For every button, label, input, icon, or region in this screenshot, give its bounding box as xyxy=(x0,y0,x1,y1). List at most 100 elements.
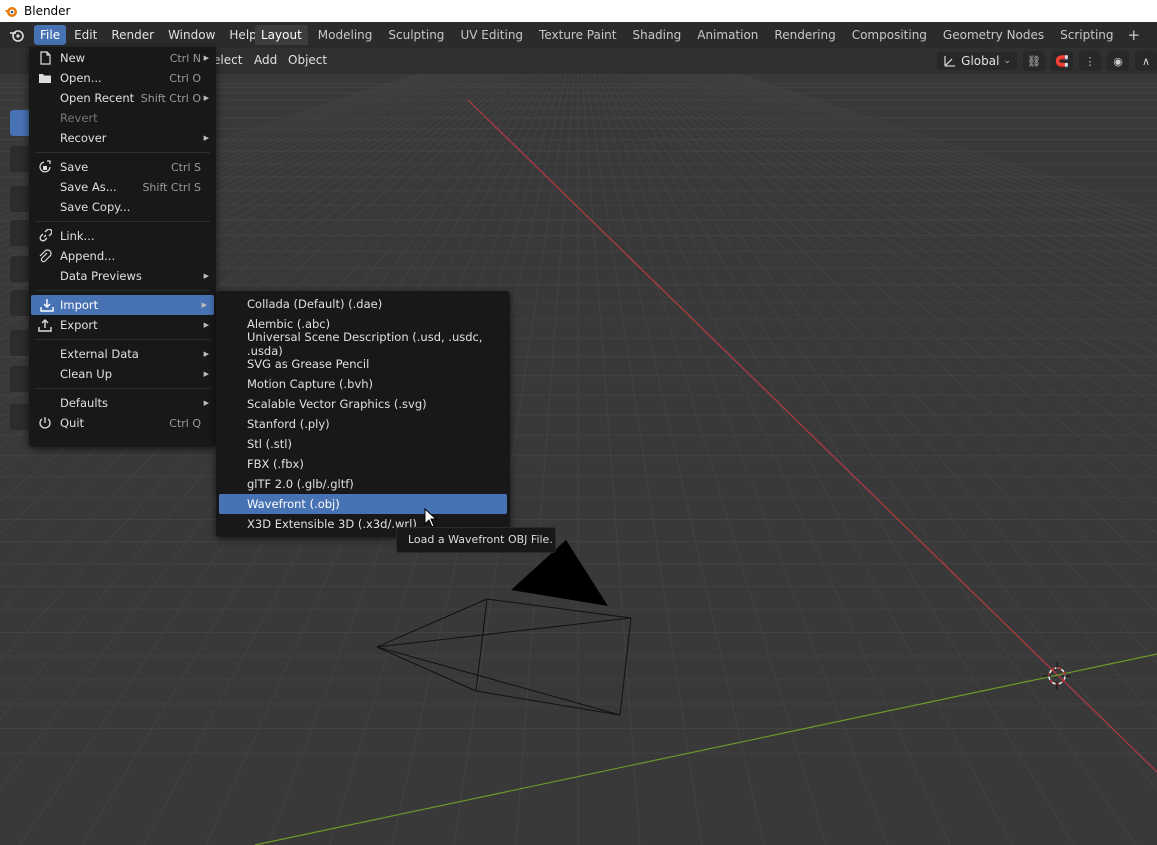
import-item-scalable-vector-graphics-svg[interactable]: Scalable Vector Graphics (.svg) xyxy=(216,394,510,414)
file-menu-item-link[interactable]: Link... xyxy=(29,226,216,246)
shortcut-hint: Ctrl Q xyxy=(169,416,201,430)
tab-modeling[interactable]: Modeling xyxy=(312,25,379,45)
tab-shading[interactable]: Shading xyxy=(626,25,687,45)
tab-scripting[interactable]: Scripting xyxy=(1054,25,1119,45)
3d-cursor-icon xyxy=(1043,662,1071,690)
grid-line xyxy=(605,74,1013,845)
submenu-arrow-icon: ▶ xyxy=(203,370,209,378)
menu-edit[interactable]: Edit xyxy=(68,25,103,45)
menu-separator xyxy=(29,148,216,157)
orientation-icon xyxy=(944,56,956,67)
import-item-collada-default-dae[interactable]: Collada (Default) (.dae) xyxy=(216,294,510,314)
tab-sculpting[interactable]: Sculpting xyxy=(382,25,450,45)
tab-animation[interactable]: Animation xyxy=(691,25,764,45)
menu-item-label: Open... xyxy=(60,71,102,85)
submenu-arrow-icon: ▶ xyxy=(201,301,207,309)
menu-separator xyxy=(29,286,216,295)
menu-file[interactable]: File xyxy=(34,25,67,45)
file-menu-item-export[interactable]: Export ▶ xyxy=(29,315,216,335)
menu-item-label: Save Copy... xyxy=(60,200,131,214)
import-item-gltf-2-0-glb-gltf[interactable]: glTF 2.0 (.glb/.gltf) xyxy=(216,474,510,494)
quit-icon xyxy=(38,416,52,430)
viewport-header-right: Global ⌄ ⛓ 🧲 ⋮ ◉ ∧ xyxy=(937,50,1157,72)
import-item-stl-stl[interactable]: Stl (.stl) xyxy=(216,434,510,454)
menu-item-label: Append... xyxy=(60,249,116,263)
grid-line xyxy=(645,74,1157,475)
file-menu-item-import[interactable]: Import ▶ xyxy=(31,295,214,315)
file-menu-item-clean-up[interactable]: Clean Up ▶ xyxy=(29,364,216,384)
menu-item-label: Revert xyxy=(60,111,98,125)
menu-item-label: Open Recent xyxy=(60,91,135,105)
window-titlebar: Blender xyxy=(0,0,1157,22)
file-menu-item-save[interactable]: Save Ctrl S xyxy=(29,157,216,177)
tooltip: Load a Wavefront OBJ File. xyxy=(396,527,556,553)
file-menu-item-recover[interactable]: Recover ▶ xyxy=(29,128,216,148)
shortcut-hint: Ctrl N xyxy=(169,51,201,65)
menu-window[interactable]: Window xyxy=(162,25,221,45)
shortcut-hint: Ctrl O xyxy=(169,71,201,85)
shortcut-hint: Shift Ctrl O xyxy=(140,91,201,105)
import-item-motion-capture-bvh[interactable]: Motion Capture (.bvh) xyxy=(216,374,510,394)
submenu-arrow-icon: ▶ xyxy=(203,399,209,407)
file-menu-item-external-data[interactable]: External Data ▶ xyxy=(29,344,216,364)
submenu-arrow-icon: ▶ xyxy=(203,272,209,280)
snap-icon[interactable]: 🧲 xyxy=(1051,51,1073,71)
chevron-down-icon: ⌄ xyxy=(1003,56,1011,66)
menu-item-label: Import xyxy=(60,298,99,312)
tab-rendering[interactable]: Rendering xyxy=(768,25,841,45)
file-menu-item-defaults[interactable]: Defaults ▶ xyxy=(29,393,216,413)
transform-orientation-dropdown[interactable]: Global ⌄ xyxy=(937,52,1017,70)
grid-line xyxy=(717,74,1157,242)
transform-orientation-value: Global xyxy=(961,54,1000,68)
save-icon xyxy=(38,160,52,174)
proportional-edit-icon[interactable]: ◉ xyxy=(1107,51,1129,71)
shortcut-hint: Ctrl S xyxy=(170,160,201,174)
grid-line xyxy=(629,74,1157,614)
file-menu-item-append[interactable]: Append... xyxy=(29,246,216,266)
file-menu-item-data-previews[interactable]: Data Previews ▶ xyxy=(29,266,216,286)
grid-line xyxy=(705,74,1157,262)
pivot-point-icon[interactable]: ⛓ xyxy=(1023,51,1045,71)
object-menu[interactable]: Object xyxy=(288,53,327,67)
grid-line xyxy=(701,74,1157,270)
new-file-icon xyxy=(38,51,52,65)
file-menu-item-new[interactable]: New Ctrl N ▶ xyxy=(29,48,216,68)
add-menu[interactable]: Add xyxy=(254,53,277,67)
falloff-icon[interactable]: ∧ xyxy=(1135,51,1157,71)
tab-texture-paint[interactable]: Texture Paint xyxy=(533,25,622,45)
tab-layout[interactable]: Layout xyxy=(255,25,308,45)
grid-line xyxy=(601,74,951,845)
select-menu[interactable]: elect xyxy=(213,53,242,67)
grid-line xyxy=(589,74,765,845)
add-workspace-button[interactable]: + xyxy=(1124,26,1145,44)
file-menu-item-save-copy[interactable]: Save Copy... xyxy=(29,197,216,217)
tab-uv-editing[interactable]: UV Editing xyxy=(454,25,529,45)
file-menu-item-open[interactable]: Open... Ctrl O xyxy=(29,68,216,88)
tab-compositing[interactable]: Compositing xyxy=(846,25,933,45)
mouse-cursor-icon xyxy=(424,508,438,528)
workspace-tabs: Layout Modeling Sculpting UV Editing Tex… xyxy=(255,22,1144,48)
grid-line xyxy=(625,74,1157,663)
file-menu-item-open-recent[interactable]: Open Recent Shift Ctrl O ▶ xyxy=(29,88,216,108)
import-item-wavefront-obj[interactable]: Wavefront (.obj) xyxy=(219,494,507,514)
import-item-fbx-fbx[interactable]: FBX (.fbx) xyxy=(216,454,510,474)
y-axis-line xyxy=(254,653,1157,845)
camera-object[interactable] xyxy=(376,540,632,716)
menu-item-label: New xyxy=(60,51,86,65)
link-icon xyxy=(38,228,53,243)
blender-menu-icon[interactable] xyxy=(0,28,34,42)
import-item-universal-scene-description-usd-usdc-usda[interactable]: Universal Scene Description (.usd, .usdc… xyxy=(216,330,510,358)
grid-line xyxy=(653,74,1157,427)
tab-geometry-nodes[interactable]: Geometry Nodes xyxy=(937,25,1050,45)
menu-render[interactable]: Render xyxy=(105,25,160,45)
import-submenu: Collada (Default) (.dae) Alembic (.abc) Un… xyxy=(216,291,510,537)
grid-line xyxy=(649,74,1157,450)
snap-increment-icon[interactable]: ⋮ xyxy=(1079,51,1101,71)
file-menu-item-save-as[interactable]: Save As... Shift Ctrl S xyxy=(29,177,216,197)
file-menu-item-quit[interactable]: Quit Ctrl Q xyxy=(29,413,216,433)
folder-icon xyxy=(38,71,52,85)
import-item-stanford-ply[interactable]: Stanford (.ply) xyxy=(216,414,510,434)
submenu-arrow-icon: ▶ xyxy=(203,54,209,62)
append-icon xyxy=(38,249,52,263)
grid-line xyxy=(617,74,1157,792)
